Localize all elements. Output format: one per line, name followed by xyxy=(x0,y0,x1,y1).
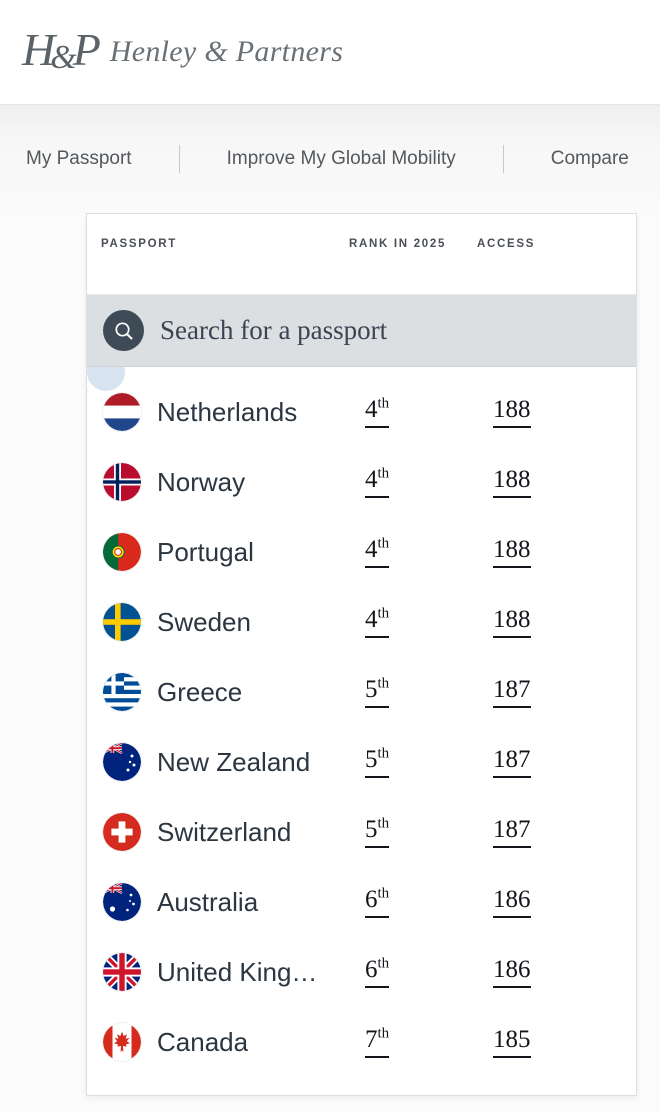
table-row[interactable]: Australia 6th 186 xyxy=(87,867,636,937)
passport-ranking-card: PASSPORT RANK IN 2025 ACCESS Search for … xyxy=(86,213,637,1096)
access-value: 187 xyxy=(493,816,613,847)
passport-rows: Netherlands 4th 188 Norway 4th 188 xyxy=(87,367,636,1077)
rank-value: 5th xyxy=(365,816,493,847)
nav-item-improve-my-global-mobility[interactable]: Improve My Global Mobility xyxy=(227,148,456,170)
brand-monogram-icon: H&P xyxy=(22,27,96,73)
table-row[interactable]: Netherlands 4th 188 xyxy=(87,377,636,447)
flag-icon-netherlands xyxy=(103,393,141,431)
access-value: 188 xyxy=(493,466,613,497)
rank-value: 4th xyxy=(365,536,493,567)
access-value: 188 xyxy=(493,396,613,427)
table-header-row: PASSPORT RANK IN 2025 ACCESS xyxy=(87,214,636,295)
rank-value: 7th xyxy=(365,1026,493,1057)
flag-icon-norway xyxy=(103,463,141,501)
access-value: 187 xyxy=(493,676,613,707)
nav-item-compare[interactable]: Compare xyxy=(551,148,629,170)
column-header-rank: RANK IN 2025 xyxy=(349,236,477,252)
nav-items: My Passport Improve My Global Mobility C… xyxy=(0,145,629,173)
rank-value: 5th xyxy=(365,746,493,777)
search-icon xyxy=(103,310,144,351)
flag-icon-new-zealand xyxy=(103,743,141,781)
main-navigation: My Passport Improve My Global Mobility C… xyxy=(0,104,660,213)
access-value: 187 xyxy=(493,746,613,777)
flag-icon-greece xyxy=(103,673,141,711)
column-header-passport: PASSPORT xyxy=(87,236,349,252)
table-row[interactable]: New Zealand 5th 187 xyxy=(87,727,636,797)
table-row[interactable]: Norway 4th 188 xyxy=(87,447,636,517)
site-header: H&P Henley & Partners xyxy=(0,0,660,104)
table-row[interactable]: Switzerland 5th 187 xyxy=(87,797,636,867)
nav-divider xyxy=(179,145,180,173)
country-name: Sweden xyxy=(157,607,365,638)
flag-icon-australia xyxy=(103,883,141,921)
flag-icon-united-kingdom xyxy=(103,953,141,991)
country-name: Norway xyxy=(157,467,365,498)
country-name: Switzerland xyxy=(157,817,365,848)
table-row[interactable]: Sweden 4th 188 xyxy=(87,587,636,657)
country-name: New Zealand xyxy=(157,747,365,778)
flag-icon-canada xyxy=(103,1023,141,1061)
country-name: Canada xyxy=(157,1027,365,1058)
country-name: Australia xyxy=(157,887,365,918)
access-value: 185 xyxy=(493,1026,613,1057)
nav-item-my-passport[interactable]: My Passport xyxy=(26,148,132,170)
rank-value: 6th xyxy=(365,886,493,917)
flag-icon-switzerland xyxy=(103,813,141,851)
rank-value: 5th xyxy=(365,676,493,707)
rank-value: 4th xyxy=(365,466,493,497)
rank-value: 4th xyxy=(365,396,493,427)
flag-icon-sweden xyxy=(103,603,141,641)
access-value: 188 xyxy=(493,606,613,637)
country-name: Netherlands xyxy=(157,397,365,428)
rank-value: 6th xyxy=(365,956,493,987)
passport-list-scroll-area[interactable]: Netherlands 4th 188 Norway 4th 188 xyxy=(87,367,636,1095)
country-name: Portugal xyxy=(157,537,365,568)
nav-divider xyxy=(503,145,504,173)
rank-value: 4th xyxy=(365,606,493,637)
table-row[interactable]: United King… 6th 186 xyxy=(87,937,636,1007)
flag-icon-portugal xyxy=(103,533,141,571)
access-value: 188 xyxy=(493,536,613,567)
search-input[interactable]: Search for a passport xyxy=(160,315,387,346)
table-row[interactable]: Canada 7th 185 xyxy=(87,1007,636,1077)
brand-logo-link[interactable]: H&P Henley & Partners xyxy=(22,29,343,75)
country-name: United King… xyxy=(157,957,365,988)
brand-wordmark: Henley & Partners xyxy=(110,35,343,69)
access-value: 186 xyxy=(493,956,613,987)
table-row[interactable]: Portugal 4th 188 xyxy=(87,517,636,587)
country-name: Greece xyxy=(157,677,365,708)
table-row[interactable]: Greece 5th 187 xyxy=(87,657,636,727)
passport-search-bar[interactable]: Search for a passport xyxy=(87,295,636,367)
column-header-access: ACCESS xyxy=(477,236,617,252)
access-value: 186 xyxy=(493,886,613,917)
